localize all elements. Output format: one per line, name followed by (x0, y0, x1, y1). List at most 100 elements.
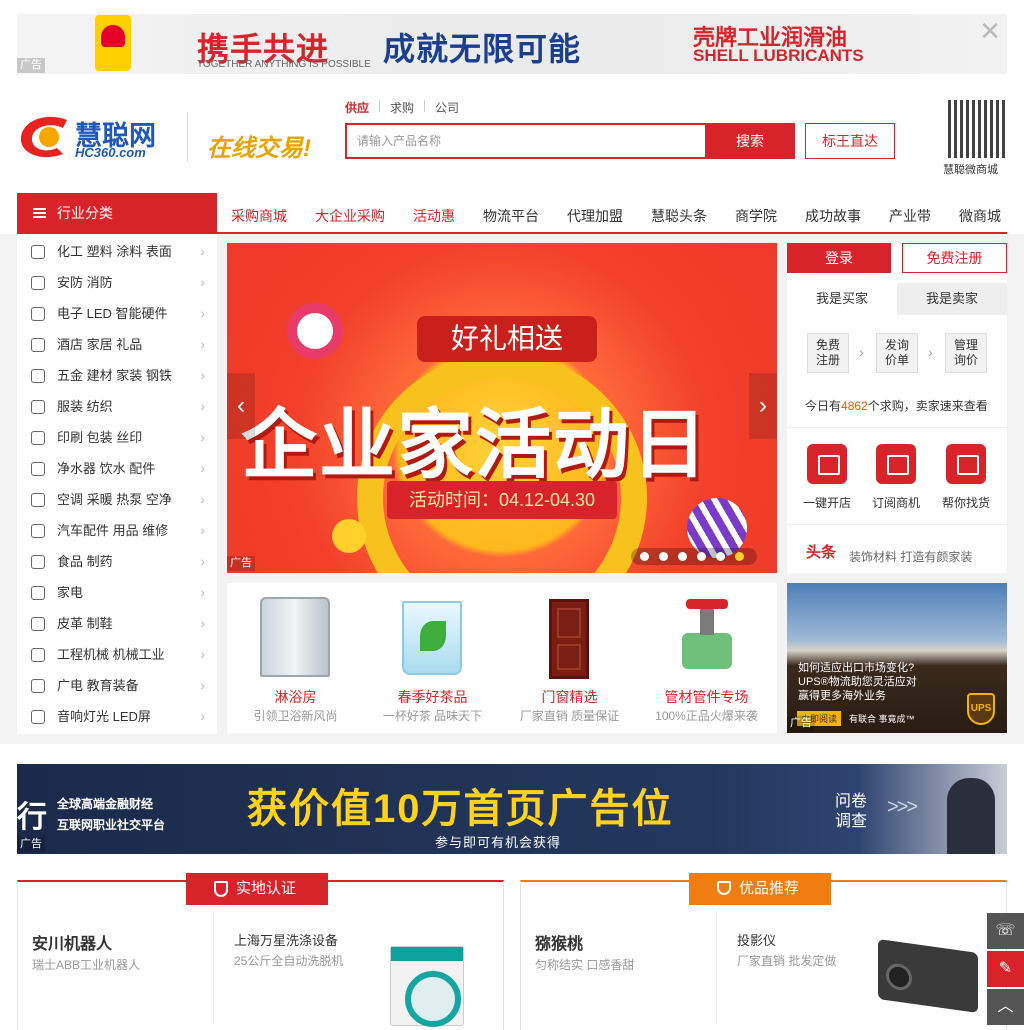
register-button[interactable]: 免费注册 (902, 243, 1007, 273)
category-item[interactable]: 空调 采暖 热泵 空净 › (17, 484, 217, 515)
ad-label: 广告 (17, 837, 45, 852)
tab-buyer[interactable]: 我是买家 (787, 283, 897, 315)
step-label: 免费注册 (815, 338, 840, 367)
nav-item[interactable]: 活动惠 (413, 206, 455, 226)
survey-line: 调查 (835, 813, 868, 830)
step-free-register[interactable]: 免费注册 (807, 333, 849, 373)
product-card[interactable]: 春季好茶品 一杯好茶 品味天下 (364, 583, 501, 733)
chevron-right-icon: › (200, 367, 205, 383)
tab-separator (424, 100, 425, 112)
category-label: 服装 纺织 (57, 399, 113, 414)
biaowang-button[interactable]: 标王直达 (805, 123, 895, 159)
trophy-icon (717, 881, 731, 895)
category-header-label: 行业分类 (57, 205, 113, 221)
ad-subline: 参与即可有机会获得 (435, 835, 562, 850)
search-input[interactable]: 请输入产品名称 (345, 123, 705, 159)
nav-item[interactable]: 大企业采购 (315, 206, 385, 226)
nav-item[interactable]: 产业带 (889, 206, 931, 226)
service-label[interactable]: 订阅商机 (861, 494, 931, 511)
nav-item[interactable]: 微商城 (959, 206, 1001, 226)
ups-ad[interactable]: 如何适应出口市场变化? UPS®物流助您灵活应对 赢得更多海外业务 立即阅读 有联合… (787, 583, 1007, 733)
category-label: 广电 教育装备 (57, 678, 139, 693)
nav-item[interactable]: 物流平台 (483, 206, 539, 226)
carousel-dot[interactable] (697, 552, 706, 561)
category-item[interactable]: 家电 › (17, 577, 217, 608)
category-item[interactable]: 酒店 家居 礼品 › (17, 329, 217, 360)
nav-item[interactable]: 慧聪头条 (651, 206, 707, 226)
category-item[interactable]: 音响灯光 LED屏 › (17, 701, 217, 732)
nav-item[interactable]: 代理加盟 (567, 206, 623, 226)
chevron-right-icon: › (200, 274, 205, 290)
news-headline[interactable]: 装饰材料 打造有颜家装 (849, 548, 972, 565)
edit-icon[interactable]: ✎ (987, 951, 1024, 987)
category-icon (31, 493, 45, 507)
service-label[interactable]: 帮你找货 (931, 494, 1001, 511)
nav-item[interactable]: 采购商城 (231, 206, 287, 226)
category-item[interactable]: 电子 LED 智能硬件 › (17, 298, 217, 329)
carousel-dot[interactable] (678, 552, 687, 561)
carousel-dot[interactable] (716, 552, 725, 561)
item-title[interactable]: 投影仪 (737, 930, 776, 949)
tab-seller[interactable]: 我是卖家 (897, 283, 1007, 315)
category-list: 化工 塑料 涂料 表面 › 安防 消防 › 电子 LED 智能硬件 › 酒店 家居 礼品 › 五… (17, 234, 217, 734)
category-item[interactable]: 工程机械 机械工业 › (17, 639, 217, 670)
category-icon (31, 586, 45, 600)
category-item[interactable]: 化工 塑料 涂料 表面 › (17, 236, 217, 267)
news-tag: 头条 (806, 544, 837, 561)
shop-icon[interactable] (807, 444, 847, 484)
arrows-icon: >>> (887, 796, 918, 818)
calendar-icon[interactable] (876, 444, 916, 484)
item-title[interactable]: 上海万星洗涤设备 (234, 930, 338, 949)
step-send-inquiry[interactable]: 发询价单 (876, 333, 918, 373)
top-banner-ad[interactable]: 携手共进 成就无限可能 TOGETHER ANYTHING IS POSSIBL… (17, 14, 1007, 74)
chevron-right-icon: › (200, 522, 205, 538)
product-card[interactable]: 管材管件专场 100%正品火爆来袭 (638, 583, 775, 733)
category-item[interactable]: 广电 教育装备 › (17, 670, 217, 701)
brand-title[interactable]: 安川机器人 (32, 930, 112, 954)
banner-prev-arrow[interactable]: ‹ (227, 373, 255, 439)
category-label: 家电 (57, 585, 84, 600)
carousel-dot[interactable] (659, 552, 668, 561)
search-button[interactable]: 搜索 (705, 123, 795, 159)
product-title: 淋浴房 (274, 689, 317, 705)
close-icon[interactable]: ✕ (979, 18, 1001, 44)
chevron-right-icon: › (859, 344, 864, 360)
category-icon (31, 369, 45, 383)
back-to-top-icon[interactable]: ︿ (987, 989, 1024, 1025)
login-button[interactable]: 登录 (787, 243, 891, 273)
category-icon (31, 710, 45, 724)
mid-banner-ad[interactable]: 行 全球高端金融财经 互联网职业社交平台 获价值10万首页广告位 参与即可有机会… (17, 764, 1007, 854)
category-item[interactable]: 汽车配件 用品 维修 › (17, 515, 217, 546)
carousel-dot-active[interactable] (735, 552, 744, 561)
brand-title[interactable]: 猕猴桃 (535, 930, 583, 954)
banner-next-arrow[interactable]: › (749, 373, 777, 439)
product-card[interactable]: 淋浴房 引领卫浴新风尚 (227, 583, 364, 733)
category-header[interactable]: 行业分类 (17, 193, 217, 233)
logo-url: HC360.com (75, 145, 146, 160)
category-item[interactable]: 皮革 制鞋 › (17, 608, 217, 639)
headset-icon[interactable]: ☏ (987, 913, 1024, 949)
search-tab-purchase[interactable]: 求购 (390, 99, 414, 116)
panel-divider (787, 427, 1007, 428)
category-icon (31, 679, 45, 693)
nav-item[interactable]: 成功故事 (805, 206, 861, 226)
category-item[interactable]: 印刷 包装 丝印 › (17, 422, 217, 453)
search-tab-company[interactable]: 公司 (435, 99, 459, 116)
category-item[interactable]: 食品 制药 › (17, 546, 217, 577)
chevron-right-icon: › (200, 429, 205, 445)
category-item[interactable]: 安防 消防 › (17, 267, 217, 298)
nav-item[interactable]: 商学院 (735, 206, 777, 226)
category-item[interactable]: 净水器 饮水 配件 › (17, 453, 217, 484)
tab-separator (379, 100, 380, 112)
search-tab-supply[interactable]: 供应 (345, 99, 369, 116)
hero-banner[interactable]: 好礼相送 企业家活动日 活动时间：04.12-04.30 ‹ › 广告 (227, 243, 777, 573)
user-check-icon[interactable] (946, 444, 986, 484)
tea-leaf-icon (420, 621, 446, 651)
washer-image[interactable] (390, 946, 464, 1027)
product-card[interactable]: 门窗精选 厂家直销 质量保证 (501, 583, 638, 733)
step-manage-inquiry[interactable]: 管理询价 (945, 333, 987, 373)
category-item[interactable]: 服装 纺织 › (17, 391, 217, 422)
service-label[interactable]: 一键开店 (792, 494, 862, 511)
carousel-dot[interactable] (640, 552, 649, 561)
category-item[interactable]: 五金 建材 家装 钢铁 › (17, 360, 217, 391)
